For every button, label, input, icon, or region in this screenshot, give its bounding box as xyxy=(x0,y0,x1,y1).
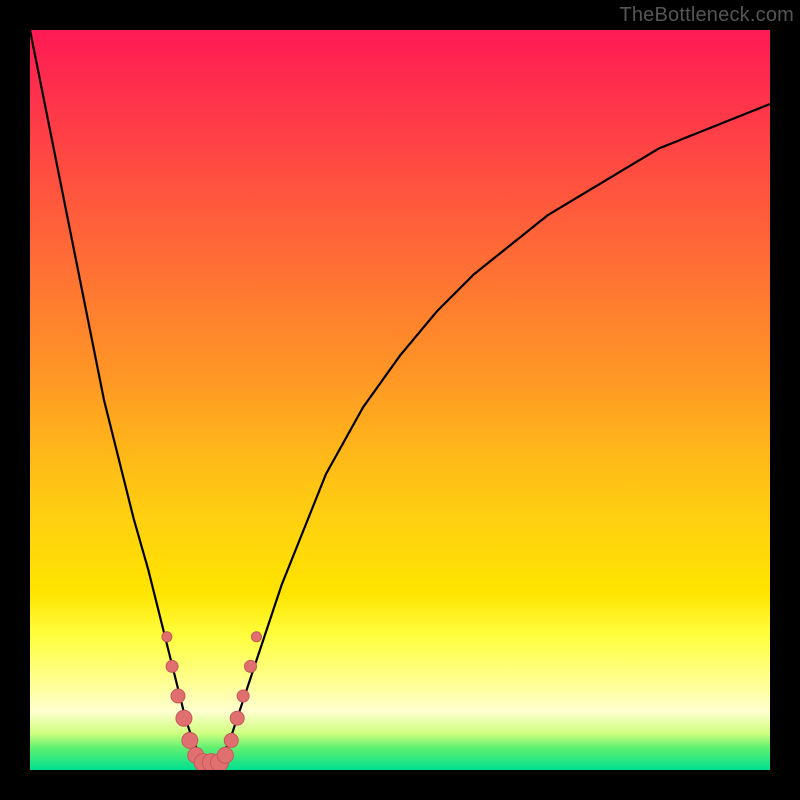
curve-markers xyxy=(162,632,262,770)
chart-svg xyxy=(30,30,770,770)
curve-marker xyxy=(251,632,261,642)
chart-frame: TheBottleneck.com xyxy=(0,0,800,800)
watermark-text: TheBottleneck.com xyxy=(619,4,794,27)
curve-marker xyxy=(176,710,192,726)
curve-marker xyxy=(245,660,257,672)
chart-plot-area xyxy=(30,30,770,770)
curve-marker xyxy=(230,711,244,725)
curve-marker xyxy=(182,732,198,748)
curve-marker xyxy=(237,690,249,702)
curve-marker xyxy=(162,632,172,642)
curve-marker xyxy=(166,660,178,672)
curve-marker xyxy=(224,733,238,747)
bottleneck-curve xyxy=(30,30,770,763)
curve-marker xyxy=(171,689,185,703)
curve-marker xyxy=(217,747,233,763)
